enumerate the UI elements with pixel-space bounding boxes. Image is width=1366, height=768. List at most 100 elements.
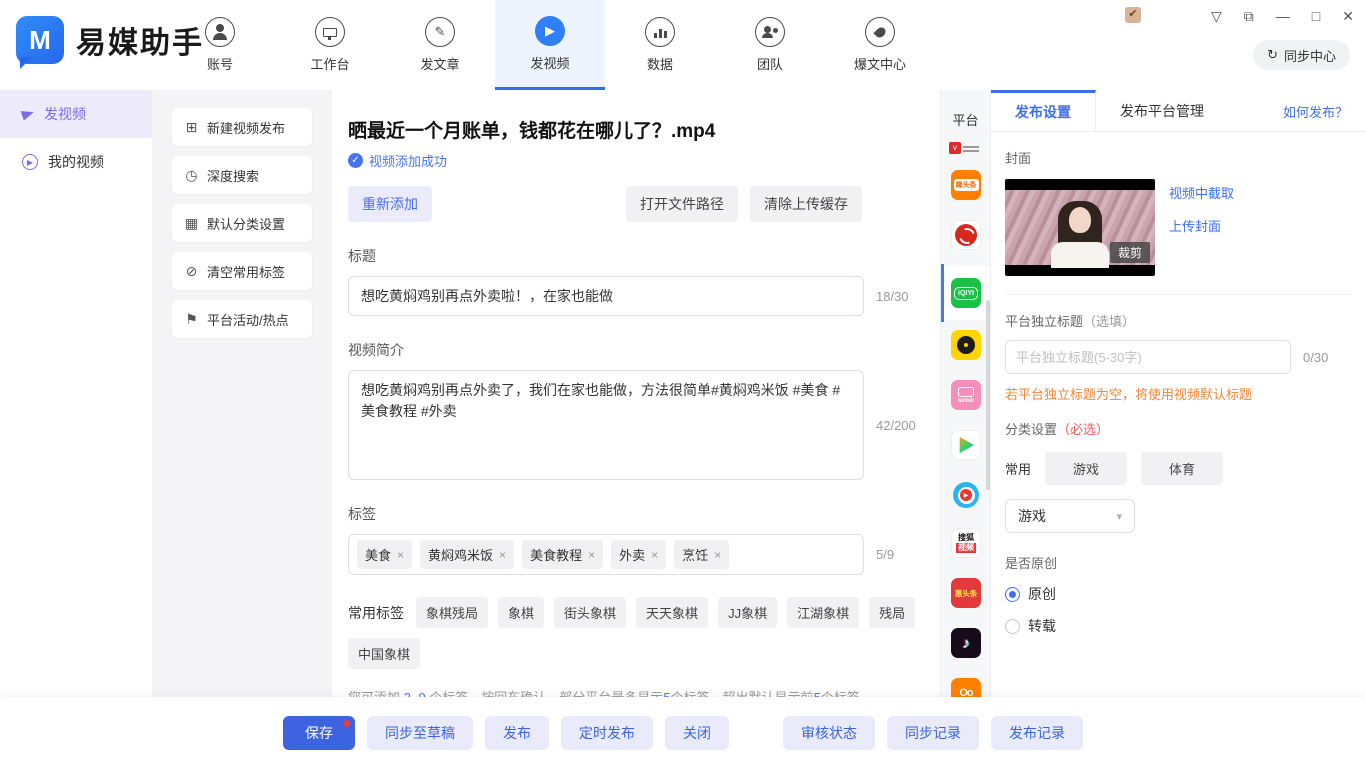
action-label: 新建视频发布 (207, 118, 285, 137)
category-settings-label: 分类设置（必选） (1005, 419, 1352, 438)
publish-button[interactable]: 发布 (485, 716, 549, 750)
window-controls: ▽ ⧉ — □ ✕ (1211, 8, 1354, 24)
sync-to-draft-button[interactable]: 同步至草稿 (367, 716, 473, 750)
category-sports-button[interactable]: 体育 (1141, 452, 1223, 485)
capture-from-video-link[interactable]: 视频中截取 (1169, 183, 1234, 202)
publish-records-button[interactable]: 发布记录 (991, 716, 1083, 750)
platform-douyin-icon[interactable]: ♪ (951, 628, 981, 658)
sidebar-item-my-videos[interactable]: ▶ 我的视频 (0, 138, 152, 186)
title-counter: 18/30 (876, 289, 909, 304)
tags-counter: 5/9 (876, 547, 894, 562)
upload-cover-link[interactable]: 上传封面 (1169, 216, 1234, 235)
action-label: 平台活动/热点 (207, 310, 289, 329)
tray-notification-icon[interactable]: ✔ (1125, 7, 1141, 23)
close-icon[interactable]: ✕ (1342, 8, 1354, 24)
platform-huitoutiao-icon[interactable]: 惠头条 (951, 578, 981, 608)
remove-tag-icon[interactable]: × (397, 548, 404, 562)
platform-qutoutiao-icon[interactable]: 趣头条 (951, 170, 981, 200)
description-textarea[interactable]: 想吃黄焖鸡别再点外卖了，我们在家也能做，方法很简单#黄焖鸡米饭 #美食 #美食教… (348, 370, 864, 480)
new-publish-icon: ⊞ (184, 119, 199, 136)
collapse-to-tray-icon[interactable]: ▽ (1211, 8, 1222, 24)
common-tag[interactable]: 残局 (869, 597, 915, 628)
remove-tag-icon[interactable]: × (588, 548, 595, 562)
radio-selected-icon (1005, 587, 1020, 602)
common-tag[interactable]: 象棋 (498, 597, 544, 628)
tab-platform-management[interactable]: 发布平台管理 (1096, 90, 1228, 131)
common-tag[interactable]: 象棋残局 (416, 597, 488, 628)
remove-tag-icon[interactable]: × (651, 548, 658, 562)
title-label: 标题 (348, 246, 924, 266)
independent-title-input[interactable] (1005, 340, 1291, 374)
platform-activity-button[interactable]: ⚑ 平台活动/热点 (172, 300, 312, 338)
platform-tencent-video-icon[interactable] (951, 430, 981, 460)
common-tag[interactable]: 天天象棋 (636, 597, 708, 628)
default-category-settings-button[interactable]: ▦ 默认分类设置 (172, 204, 312, 242)
clear-upload-cache-button[interactable]: 清除上传缓存 (750, 186, 862, 222)
remove-tag-icon[interactable]: × (714, 548, 721, 562)
common-tag[interactable]: 江湖象棋 (787, 597, 859, 628)
sync-records-button[interactable]: 同步记录 (887, 716, 979, 750)
title-input[interactable] (348, 276, 864, 316)
review-status-button[interactable]: 审核状态 (783, 716, 875, 750)
independent-title-note: 若平台独立标题为空，将使用视频默认标题 (1005, 384, 1352, 403)
popout-icon[interactable]: ⧉ (1244, 8, 1254, 24)
chevron-down-icon: ▾ (1116, 510, 1122, 523)
nav-publish-article[interactable]: ✎ 发文章 (385, 0, 495, 90)
clear-tag-icon: ⊘ (184, 263, 199, 280)
nav-team[interactable]: 团队 (715, 0, 825, 90)
tags-input[interactable]: 美食× 黄焖鸡米饭× 美食教程× 外卖× 烹饪× (348, 534, 864, 575)
deep-search-button[interactable]: ◷ 深度搜索 (172, 156, 312, 194)
close-button[interactable]: 关闭 (665, 716, 729, 750)
play-circle-icon: ▶ (22, 154, 38, 170)
remove-tag-icon[interactable]: × (499, 548, 506, 562)
readd-video-button[interactable]: 重新添加 (348, 186, 432, 222)
category-select[interactable]: 游戏 ▾ (1005, 499, 1135, 533)
radio-original[interactable]: 原创 (1005, 584, 1352, 604)
nav-account[interactable]: 账号 (165, 0, 275, 90)
nav-workbench[interactable]: 工作台 (275, 0, 385, 90)
sync-center-button[interactable]: ↻ 同步中心 (1253, 40, 1350, 70)
independent-title-counter: 0/30 (1303, 350, 1328, 365)
sidebar-label: 我的视频 (48, 152, 104, 172)
clear-common-tags-button[interactable]: ⊘ 清空常用标签 (172, 252, 312, 290)
radio-repost[interactable]: 转载 (1005, 616, 1352, 636)
nav-hot-center[interactable]: 爆文中心 (825, 0, 935, 90)
scheduled-publish-button[interactable]: 定时发布 (561, 716, 653, 750)
cover-thumbnail[interactable]: 裁剪 (1005, 179, 1155, 276)
nav-publish-video[interactable]: ▶ 发视频 (495, 0, 605, 90)
maximize-icon[interactable]: □ (1312, 8, 1320, 24)
common-tag[interactable]: JJ象棋 (718, 597, 777, 628)
grid-icon: ▦ (184, 215, 199, 232)
platform-red-news-icon[interactable]: v (949, 142, 979, 154)
how-to-publish-link[interactable]: 如何发布？ (1283, 90, 1348, 132)
platform-bilibili-icon[interactable]: bilibili (951, 380, 981, 410)
platform-iqiyi-icon[interactable]: iQIYI (951, 278, 981, 308)
common-tag[interactable]: 中国象棋 (348, 638, 420, 669)
nav-data[interactable]: 数据 (605, 0, 715, 90)
platform-record-app-icon[interactable] (951, 330, 981, 360)
nav-label: 账号 (207, 54, 233, 73)
platform-sohu-video-icon[interactable]: 搜狐视频 (951, 528, 981, 558)
platform-ifeng-icon[interactable] (951, 220, 981, 250)
sync-center-label: 同步中心 (1284, 46, 1336, 65)
new-video-publish-button[interactable]: ⊞ 新建视频发布 (172, 108, 312, 146)
tag-chip: 烹饪× (674, 540, 729, 569)
action-label: 默认分类设置 (207, 214, 285, 233)
common-tag[interactable]: 街头象棋 (554, 597, 626, 628)
tab-publish-settings[interactable]: 发布设置 (991, 90, 1096, 131)
platform-haokan-video-icon[interactable]: ▶ (951, 480, 981, 510)
open-file-path-button[interactable]: 打开文件路径 (626, 186, 738, 222)
save-button[interactable]: 保存 (283, 716, 355, 750)
category-game-button[interactable]: 游戏 (1045, 452, 1127, 485)
left-sidebar: 发视频 ▶ 我的视频 (0, 90, 152, 768)
crop-badge[interactable]: 裁剪 (1110, 242, 1150, 263)
tag-chip: 美食教程× (522, 540, 603, 569)
minimize-icon[interactable]: — (1276, 8, 1290, 24)
platform-strip: 平台 v 趣头条 iQIYI bilibili ▶ 搜狐视频 惠头条 ♪ Oo (940, 90, 990, 697)
publish-settings-panel: 发布设置 发布平台管理 如何发布？ 封面 裁剪 视频中截取 上传封面 平台独立标… (990, 90, 1366, 697)
sidebar-item-publish-video[interactable]: 发视频 (0, 90, 152, 138)
tags-label: 标签 (348, 504, 924, 524)
top-header: ✔ ▽ ⧉ — □ ✕ M 易媒助手 账号 工作台 ✎ 发文章 (0, 0, 1366, 90)
video-actions-panel: ⊞ 新建视频发布 ◷ 深度搜索 ▦ 默认分类设置 ⊘ 清空常用标签 ⚑ 平台活动… (152, 90, 332, 697)
platform-strip-label: 平台 (941, 110, 990, 129)
